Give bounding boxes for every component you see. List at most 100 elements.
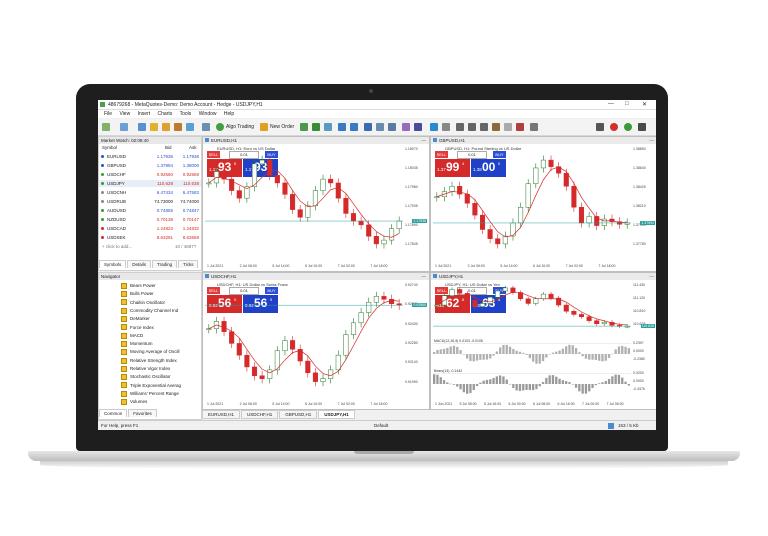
chart-window[interactable]: USDJPY,H1— USDJPY, H1: US Dollar vs Yen SE…: [430, 272, 656, 410]
tab-gbpusd-h1[interactable]: GBPUSD,H1: [279, 410, 318, 419]
indicators-icon[interactable]: [402, 123, 410, 131]
tab-favorites[interactable]: Favorites: [128, 409, 157, 417]
chart-window[interactable]: USDCHF,H1— USDCHF, H1: US Dollar vs Swiss…: [202, 272, 430, 410]
chart-window-controls[interactable]: —: [422, 137, 427, 144]
price-chart[interactable]: [205, 281, 403, 397]
vertical-line-icon[interactable]: [456, 123, 464, 131]
chart-shift-icon[interactable]: [376, 123, 384, 131]
new-chart-icon[interactable]: [102, 123, 110, 131]
algo-trading-button[interactable]: Algo Trading: [226, 124, 254, 130]
navigator-indicator-item[interactable]: Bulls Power: [121, 290, 154, 298]
bid-column-header[interactable]: Bid: [165, 145, 172, 150]
chart-window[interactable]: EURUSD,H1— EURUSD, H1: Euro vs US Dollar S…: [202, 136, 430, 272]
bar-chart-icon[interactable]: [300, 123, 308, 131]
meta-editor-icon[interactable]: [202, 123, 210, 131]
algo-trading-icon[interactable]: [216, 123, 224, 131]
tab-eurusd-h1[interactable]: EURUSD,H1: [202, 410, 241, 419]
price-chart[interactable]: [433, 281, 631, 333]
text-label-icon[interactable]: [516, 123, 524, 131]
ask-column-header[interactable]: Ask: [189, 145, 197, 150]
zoom-in-icon[interactable]: [338, 123, 346, 131]
navigator-icon[interactable]: [150, 123, 158, 131]
menu-view[interactable]: View: [119, 111, 130, 117]
market-watch-row[interactable]: NZDUSD 0.70138 0.70147: [99, 216, 201, 223]
price-chart[interactable]: [205, 145, 403, 259]
zoom-out-icon[interactable]: [350, 123, 358, 131]
cursor-icon[interactable]: [430, 123, 438, 131]
market-watch-row[interactable]: USDCAD 1.24823 1.24832: [99, 225, 201, 232]
profiles-icon[interactable]: [120, 123, 128, 131]
account-icon[interactable]: [624, 123, 632, 131]
navigator-indicator-item[interactable]: Commodity Channel Ind: [121, 307, 178, 314]
chart-window-titlebar[interactable]: GBPUSD,H1 —: [431, 137, 656, 144]
navigator-indicator-item[interactable]: Williams' Percent Range: [121, 390, 179, 397]
navigator-indicator-item[interactable]: Relative Strength Index: [121, 357, 177, 364]
navigator-indicator-item[interactable]: MACD: [121, 332, 143, 339]
indicator-subwindow[interactable]: [433, 373, 631, 395]
tab-usdchf-h1[interactable]: USDCHF,H1: [241, 410, 279, 419]
shapes-icon[interactable]: [530, 123, 538, 131]
navigator-indicator-item[interactable]: Chaikin Oscillator: [121, 299, 165, 306]
channel-icon[interactable]: [492, 123, 500, 131]
fibonacci-icon[interactable]: [504, 123, 512, 131]
menu-window[interactable]: Window: [199, 111, 217, 117]
crosshair-icon[interactable]: [442, 123, 450, 131]
chart-window-controls[interactable]: —: [650, 273, 655, 280]
symbol-column-header[interactable]: Symbol: [102, 145, 117, 150]
new-order-button[interactable]: New Order: [270, 124, 294, 130]
market-watch-icon[interactable]: [138, 123, 146, 131]
navigator-indicator-item[interactable]: Force Index: [121, 324, 154, 331]
chart-window-controls[interactable]: —: [650, 137, 655, 144]
navigator-indicator-item[interactable]: Bears Power: [121, 282, 156, 289]
tab-symbols[interactable]: Symbols: [99, 260, 127, 268]
market-watch-row[interactable]: USDCHF 0.92560 0.92569: [99, 171, 201, 178]
toolbox-icon[interactable]: [162, 123, 170, 131]
tab-trading[interactable]: Trading: [152, 260, 178, 268]
navigator-indicator-item[interactable]: Triple Exponential Averag: [121, 382, 181, 389]
menu-insert[interactable]: Insert: [138, 111, 151, 117]
chart-window[interactable]: GBPUSD,H1— GBPUSD, H1: Pound Sterling vs …: [430, 136, 656, 272]
navigator-indicator-item[interactable]: Stochastic Oscillator: [121, 373, 171, 381]
chart-window-titlebar[interactable]: USDJPY,H1 —: [431, 273, 656, 280]
navigator-indicator-item[interactable]: Relative Vigor Index: [121, 365, 170, 372]
tab-details[interactable]: Details: [127, 260, 152, 268]
market-watch-row[interactable]: USDRUB 74.73000 74.74000: [99, 198, 201, 205]
navigator-indicator-item[interactable]: Momentum: [121, 340, 153, 347]
settings-icon[interactable]: [638, 123, 646, 131]
line-chart-icon[interactable]: [324, 123, 332, 131]
chart-window-titlebar[interactable]: USDCHF,H1 —: [203, 273, 429, 280]
market-watch-row[interactable]: USDCNH 6.47434 6.47583: [99, 189, 201, 196]
chart-window-titlebar[interactable]: EURUSD,H1 —: [203, 137, 429, 144]
menu-tools[interactable]: Tools: [180, 111, 192, 117]
navigator-indicator-item[interactable]: Moving Average of Oscill: [121, 348, 179, 356]
minimize-button[interactable]: —: [608, 101, 614, 107]
price-chart[interactable]: [433, 145, 631, 259]
templates-icon[interactable]: [414, 123, 422, 131]
chart-window-controls[interactable]: —: [422, 273, 427, 280]
menu-charts[interactable]: Charts: [158, 111, 173, 117]
new-order-icon[interactable]: [260, 123, 268, 131]
strategy-tester-icon[interactable]: [174, 123, 182, 131]
autoscroll-icon[interactable]: [388, 123, 396, 131]
market-watch-row[interactable]: AUDUSD 0.74855 0.74847: [99, 207, 201, 214]
add-symbol-hint[interactable]: + click to add...: [102, 243, 132, 250]
tile-windows-icon[interactable]: [364, 123, 372, 131]
indicator-subwindow[interactable]: [433, 343, 631, 365]
candlestick-icon[interactable]: [312, 123, 320, 131]
menu-help[interactable]: Help: [224, 111, 234, 117]
data-window-icon[interactable]: [186, 123, 194, 131]
notifications-icon[interactable]: [610, 123, 618, 131]
market-watch-row[interactable]: USDJPY 110.628 110.638: [99, 180, 201, 187]
navigator-indicator-item[interactable]: Volumes: [121, 398, 147, 405]
market-watch-row[interactable]: GBPUSD 1.37994 1.38000: [99, 162, 201, 169]
horizontal-line-icon[interactable]: [468, 123, 476, 131]
tab-common[interactable]: Common: [99, 409, 128, 417]
trendline-icon[interactable]: [480, 123, 488, 131]
maximize-button[interactable]: □: [625, 101, 629, 107]
search-icon[interactable]: [596, 123, 604, 131]
add-symbol-row[interactable]: + click to add... 10 / 4687?: [99, 243, 201, 250]
close-button[interactable]: ✕: [642, 101, 647, 108]
tab-usdjpy-h1[interactable]: USDJPY,H1: [318, 410, 355, 419]
menu-file[interactable]: File: [104, 111, 112, 117]
market-watch-row[interactable]: EURUSD 1.17936 1.17938: [99, 153, 201, 160]
